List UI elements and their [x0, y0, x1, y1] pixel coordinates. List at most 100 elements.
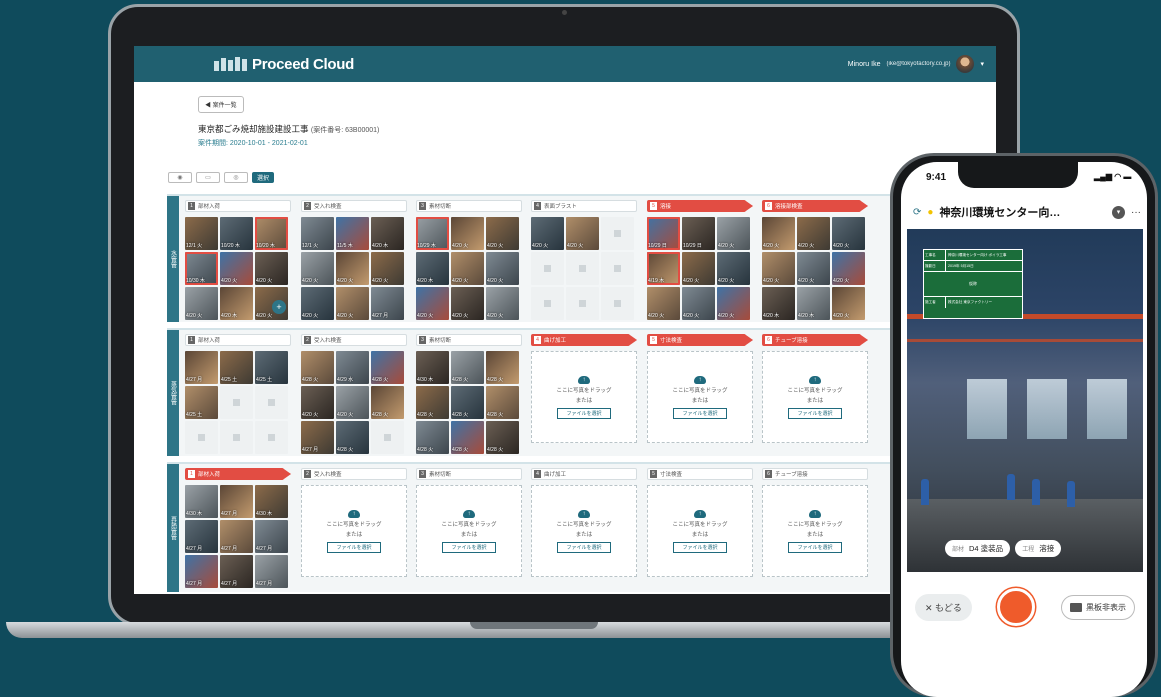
photo-thumbnail[interactable]: 4/20 火 [336, 386, 369, 419]
process-step-header[interactable]: 6 溶接部検査 [762, 200, 868, 212]
photo-thumbnail[interactable] [220, 386, 253, 419]
process-step-header[interactable]: 2 受入れ検査 [301, 334, 407, 346]
photo-thumbnail[interactable] [566, 252, 599, 285]
photo-dropzone[interactable]: ↑ ここに写真をドラッグ または ファイルを選択 [647, 351, 753, 443]
photo-thumbnail[interactable]: 4/28 火 [451, 421, 484, 454]
process-step-header[interactable]: 5 溶接 [647, 200, 753, 212]
photo-thumbnail[interactable]: 4/20 火 [832, 252, 865, 285]
process-step-header[interactable]: 1 部材入荷 [185, 468, 291, 480]
process-step-header[interactable]: 4 表面ブラスト [531, 200, 637, 212]
process-step-header[interactable]: 2 受入れ検査 [301, 468, 407, 480]
photo-dropzone[interactable]: ↑ ここに写真をドラッグ または ファイルを選択 [762, 485, 868, 577]
photo-thumbnail[interactable]: 4/27 月 [255, 520, 288, 553]
shutter-button[interactable] [997, 588, 1036, 626]
photo-thumbnail[interactable]: 4/20 木 [220, 287, 253, 320]
bulb-icon[interactable]: ● [927, 207, 933, 218]
eye-icon[interactable]: ◉ [168, 171, 192, 183]
process-step-header[interactable]: 4 曲げ加工 [531, 468, 637, 480]
photo-thumbnail[interactable]: 4/27 月 [220, 485, 253, 518]
choose-file-button[interactable]: ファイルを選択 [788, 407, 842, 419]
user-menu[interactable]: Minoru Ike (ike@tokyofactory.co.jp) ▾ [848, 55, 984, 73]
photo-thumbnail[interactable]: 4/19 木 [647, 252, 680, 285]
photo-thumbnail[interactable]: 4/20 木 [371, 217, 404, 250]
photo-thumbnail[interactable]: 4/20 火 [797, 217, 830, 250]
photo-thumbnail[interactable]: 4/27 月 [220, 555, 253, 588]
tag-material[interactable]: 部材 D4 塗装品 [945, 540, 1011, 557]
process-step-header[interactable]: 2 受入れ検査 [301, 200, 407, 212]
sync-icon[interactable]: ⟳ [913, 207, 921, 218]
construction-blackboard[interactable]: 工事名 神奈川環境センター向け ボイラ工事 撮影日 2019年 5月15日 仮称 施… [923, 249, 1023, 319]
photo-thumbnail[interactable]: 4/28 火 [336, 421, 369, 454]
avatar[interactable] [956, 55, 975, 73]
photo-thumbnail[interactable]: 12/1 火 [301, 217, 334, 250]
photo-thumbnail[interactable]: 4/20 木 [797, 287, 830, 320]
back-to-projects-button[interactable]: ◀ 案件一覧 [198, 96, 244, 113]
photo-thumbnail[interactable]: 4/27 月 [185, 520, 218, 553]
photo-thumbnail[interactable]: 4/20 火 [301, 287, 334, 320]
photo-thumbnail[interactable] [255, 421, 288, 454]
photo-thumbnail[interactable]: 4/20 火 [832, 287, 865, 320]
photo-thumbnail[interactable]: 4/20 火 [566, 217, 599, 250]
photo-dropzone[interactable]: ↑ ここに写真をドラッグ または ファイルを選択 [647, 485, 753, 577]
choose-file-button[interactable]: ファイルを選択 [327, 541, 381, 553]
photo-thumbnail[interactable]: 4/20 火 [486, 287, 519, 320]
photo-thumbnail[interactable]: 4/20 火 [797, 252, 830, 285]
tag-process[interactable]: 工程 溶接 [1015, 540, 1062, 557]
camera-viewfinder[interactable]: 工事名 神奈川環境センター向け ボイラ工事 撮影日 2019年 5月15日 仮称 施… [907, 229, 1143, 572]
list-view-icon[interactable]: ▭ [196, 171, 220, 183]
photo-thumbnail[interactable]: 4/27 月 [185, 351, 218, 384]
photo-thumbnail[interactable]: 10/30 木 [185, 252, 218, 285]
photo-thumbnail[interactable]: 4/20 火 [717, 287, 750, 320]
photo-thumbnail[interactable]: 4/28 火 [451, 351, 484, 384]
photo-thumbnail[interactable]: 4/20 火 [486, 252, 519, 285]
photo-thumbnail[interactable]: 4/20 火 [682, 287, 715, 320]
photo-thumbnail[interactable]: 4/20 木 [762, 287, 795, 320]
photo-thumbnail[interactable]: 4/20 火 [451, 287, 484, 320]
choose-file-button[interactable]: ファイルを選択 [557, 407, 611, 419]
photo-thumbnail[interactable] [220, 421, 253, 454]
hide-board-button[interactable]: 黒板非表示 [1061, 594, 1135, 620]
process-step-header[interactable]: 3 素材切断 [416, 200, 522, 212]
process-step-header[interactable]: 6 チューブ溶接 [762, 468, 868, 480]
process-step-header[interactable]: 4 曲げ加工 [531, 334, 637, 346]
mobile-project-title[interactable]: 神奈川環境センター向… [939, 204, 1060, 220]
photo-thumbnail[interactable]: 4/28 火 [416, 386, 449, 419]
photo-thumbnail[interactable]: 4/20 火 [717, 217, 750, 250]
photo-thumbnail[interactable]: 4/25 土 [185, 386, 218, 419]
photo-thumbnail[interactable] [531, 287, 564, 320]
photo-thumbnail[interactable]: 12/1 火 [185, 217, 218, 250]
photo-thumbnail[interactable]: 4/28 火 [301, 351, 334, 384]
photo-thumbnail[interactable]: 4/28 火 [371, 351, 404, 384]
photo-thumbnail[interactable]: 10/20 木 [220, 217, 253, 250]
photo-thumbnail[interactable]: 4/20 火 [832, 217, 865, 250]
process-step-header[interactable]: 5 寸法検査 [647, 468, 753, 480]
photo-thumbnail[interactable]: 4/20 火 [371, 252, 404, 285]
photo-thumbnail[interactable]: 4/27 月 [301, 421, 334, 454]
choose-file-button[interactable]: ファイルを選択 [788, 541, 842, 553]
photo-thumbnail[interactable]: 4/20 木 [416, 252, 449, 285]
photo-thumbnail[interactable]: 4/20 火 [486, 217, 519, 250]
photo-thumbnail[interactable] [371, 421, 404, 454]
photo-thumbnail[interactable]: 4/28 火 [416, 421, 449, 454]
photo-thumbnail[interactable]: 4/20 火 [301, 252, 334, 285]
photo-thumbnail[interactable]: 4/27 月 [220, 520, 253, 553]
photo-thumbnail[interactable]: 4/28 火 [371, 386, 404, 419]
photo-thumbnail[interactable]: 4/28 火 [486, 351, 519, 384]
photo-thumbnail[interactable]: 4/25 土 [255, 351, 288, 384]
photo-thumbnail[interactable]: 4/30 木 [185, 485, 218, 518]
photo-thumbnail[interactable]: 4/30 木 [255, 485, 288, 518]
app-logo[interactable]: Proceed Cloud [214, 56, 354, 73]
photo-dropzone[interactable]: ↑ ここに写真をドラッグ または ファイルを選択 [301, 485, 407, 577]
more-icon[interactable]: ··· [1131, 207, 1141, 218]
back-button[interactable]: ✕ もどる [915, 593, 972, 621]
photo-thumbnail[interactable]: 4/20 火 [185, 287, 218, 320]
photo-thumbnail[interactable]: 11/5 木 [336, 217, 369, 250]
photo-thumbnail[interactable]: 4/20 火 [220, 252, 253, 285]
settings-icon[interactable]: ◎ [224, 171, 248, 183]
process-step-header[interactable]: 1 部材入荷 [185, 200, 291, 212]
process-step-header[interactable]: 3 素材切断 [416, 468, 522, 480]
photo-thumbnail[interactable]: 4/20 火 [717, 252, 750, 285]
photo-thumbnail[interactable]: 4/20 火 [255, 252, 288, 285]
photo-thumbnail[interactable]: 4/20 火 [682, 252, 715, 285]
process-step-header[interactable]: 5 寸法検査 [647, 334, 753, 346]
